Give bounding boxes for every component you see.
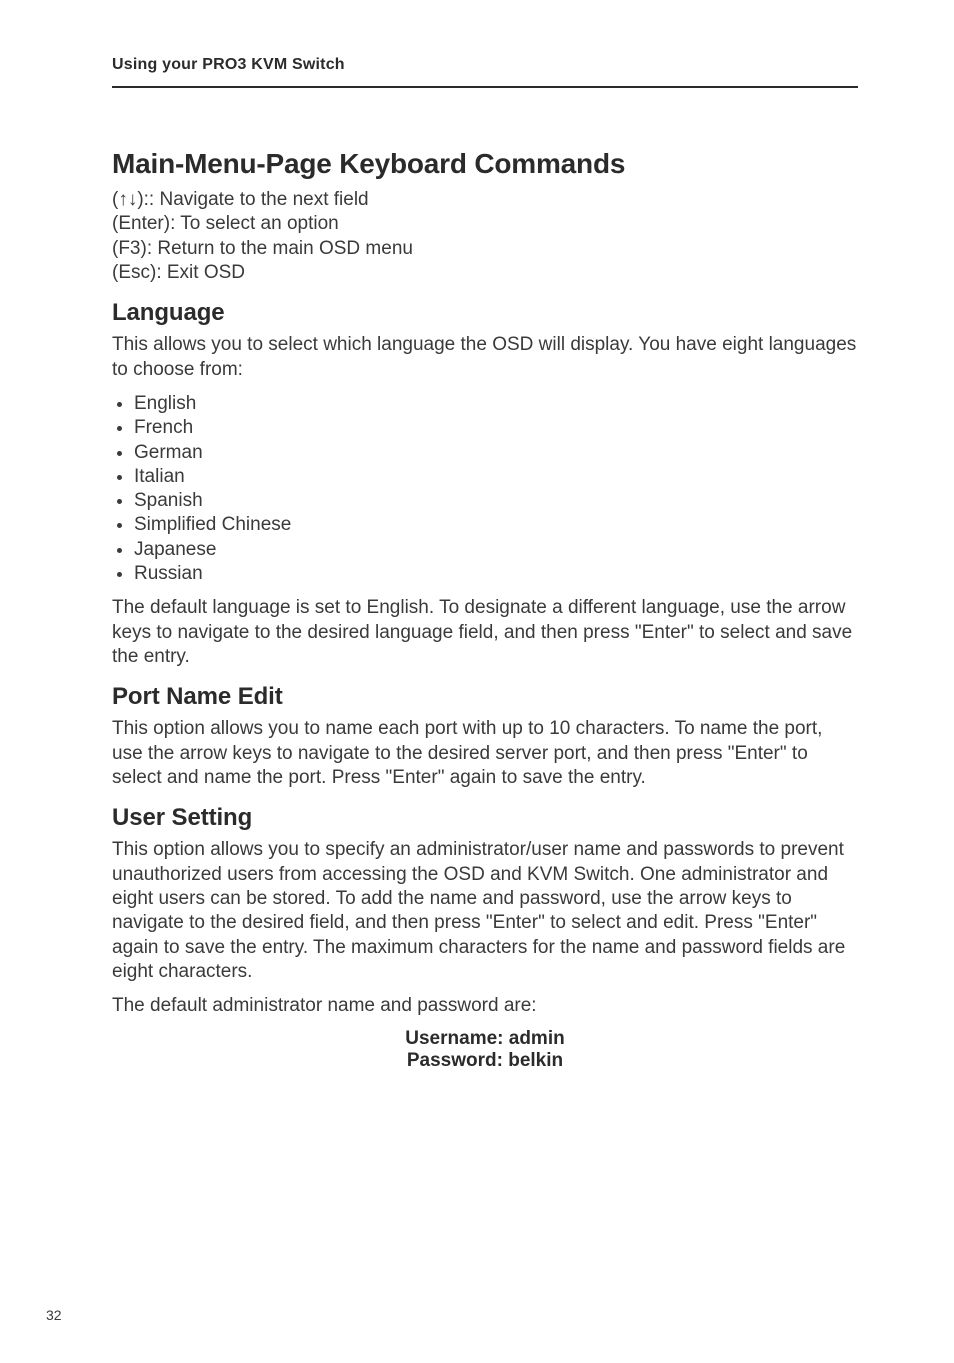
- list-item: German: [134, 441, 858, 465]
- list-item: Italian: [134, 465, 858, 489]
- header-rule: [112, 86, 858, 88]
- list-item: Simplified Chinese: [134, 513, 858, 537]
- list-item: Japanese: [134, 538, 858, 562]
- list-item: Spanish: [134, 489, 858, 513]
- cmd-enter: (Enter): To select an option: [112, 212, 858, 236]
- list-item: French: [134, 416, 858, 440]
- language-intro: This allows you to select which language…: [112, 333, 858, 382]
- cmd-esc: (Esc): Exit OSD: [112, 261, 858, 285]
- default-credentials: Username: admin Password: belkin: [112, 1028, 858, 1072]
- list-item: Russian: [134, 562, 858, 586]
- credentials-password: Password: belkin: [112, 1050, 858, 1072]
- port-name-edit-body: This option allows you to name each port…: [112, 717, 858, 790]
- page-number: 32: [46, 1307, 62, 1323]
- subheading-user-setting: User Setting: [112, 804, 858, 832]
- user-setting-body: This option allows you to specify an adm…: [112, 838, 858, 984]
- cmd-navigate: (↑↓):: Navigate to the next field: [112, 188, 858, 212]
- subheading-port-name-edit: Port Name Edit: [112, 683, 858, 711]
- credentials-username: Username: admin: [112, 1028, 858, 1050]
- keyboard-commands-list: (↑↓):: Navigate to the next field (Enter…: [112, 188, 858, 285]
- list-item: English: [134, 392, 858, 416]
- language-list: English French German Italian Spanish Si…: [112, 392, 858, 587]
- running-head: Using your PRO3 KVM Switch: [112, 56, 858, 86]
- cmd-f3: (F3): Return to the main OSD menu: [112, 237, 858, 261]
- subheading-language: Language: [112, 299, 858, 327]
- language-outro: The default language is set to English. …: [112, 596, 858, 669]
- user-setting-defaults-intro: The default administrator name and passw…: [112, 994, 858, 1018]
- section-heading-main-menu-keyboard-commands: Main-Menu-Page Keyboard Commands: [112, 148, 858, 180]
